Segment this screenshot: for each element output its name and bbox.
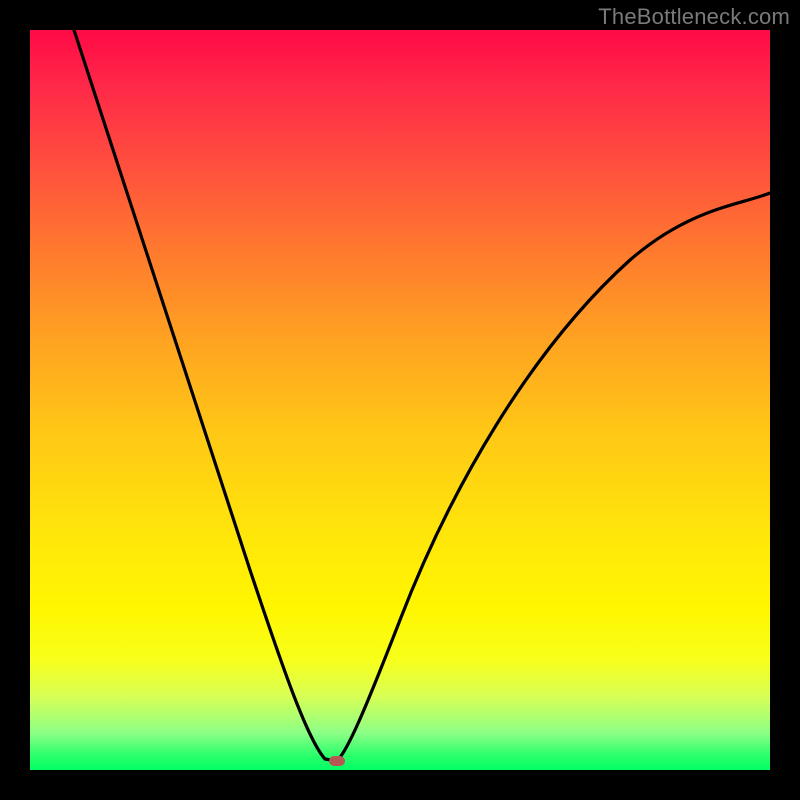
chart-curve-svg xyxy=(30,30,770,770)
bottleneck-curve xyxy=(74,30,770,761)
optimal-point-marker xyxy=(329,756,345,766)
chart-frame: TheBottleneck.com xyxy=(0,0,800,800)
chart-plot-area xyxy=(30,30,770,770)
watermark-text: TheBottleneck.com xyxy=(598,4,790,30)
